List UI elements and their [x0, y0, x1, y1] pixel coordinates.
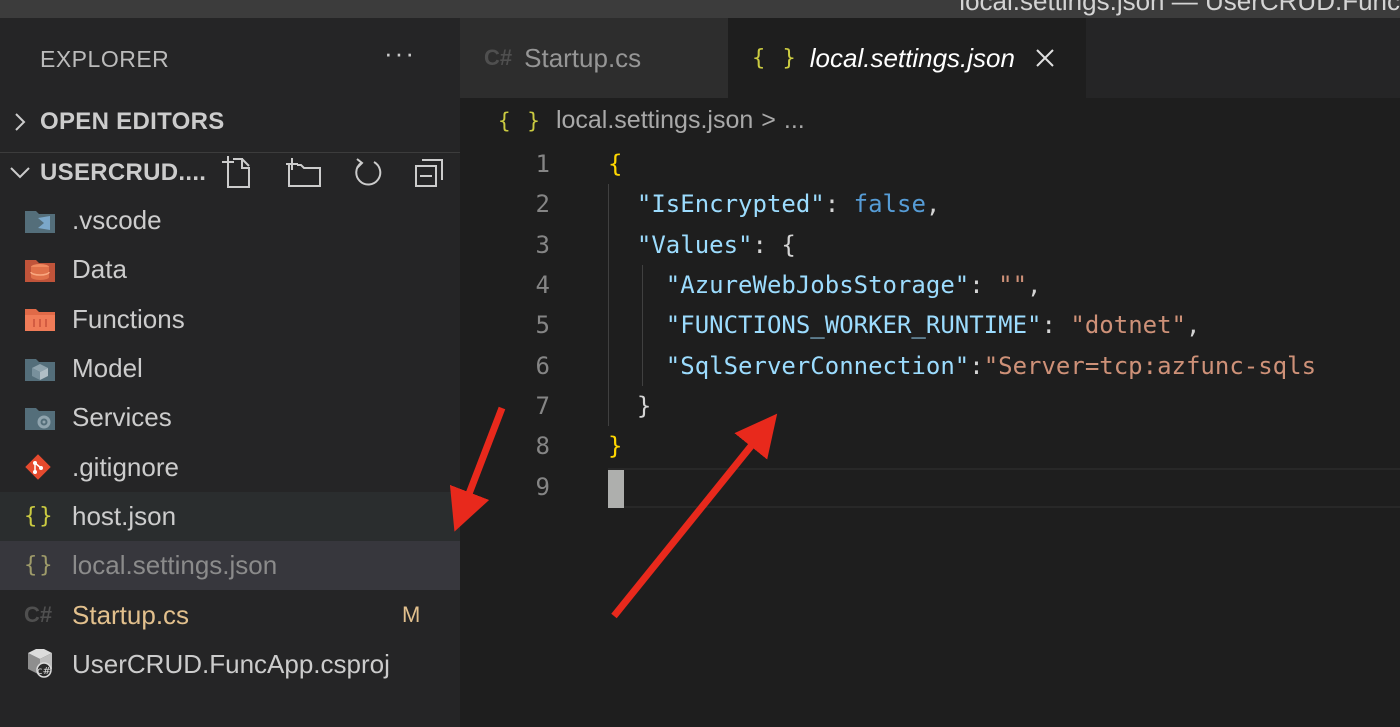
- csharp-icon: C#: [484, 45, 513, 70]
- code-line: 1 {: [460, 144, 1400, 184]
- code-line: 3 "Values": {: [460, 225, 1400, 265]
- vscode-folder-icon: [24, 206, 60, 236]
- git-icon: [24, 452, 60, 482]
- tree-item-local-settings-json[interactable]: {} local.settings.json: [0, 541, 460, 591]
- tab-local-settings-json[interactable]: { } local.settings.json: [728, 18, 1086, 98]
- new-file-icon[interactable]: [222, 156, 256, 190]
- code-line: 2 "IsEncrypted": false,: [460, 184, 1400, 224]
- close-icon[interactable]: [1033, 46, 1057, 70]
- line-number: 3: [535, 230, 550, 259]
- open-editors-section[interactable]: OPEN EDITORS: [0, 102, 460, 142]
- tab-label: Startup.cs: [524, 42, 642, 73]
- services-folder-icon: [24, 403, 60, 433]
- tab-bar: C# Startup.cs { } local.settings.json: [460, 18, 1400, 98]
- code-line: 4 "AzureWebJobsStorage": "",: [460, 265, 1400, 305]
- explorer-title: EXPLORER: [40, 46, 170, 72]
- tree-item-host-json[interactable]: {} host.json: [0, 491, 460, 542]
- model-folder-icon: [24, 354, 60, 384]
- json-icon: { }: [752, 45, 798, 71]
- explorer-sidebar: EXPLORER ··· OPEN EDITORS USERCRUD.... .…: [0, 18, 460, 727]
- code-line: 9: [460, 466, 1400, 506]
- breadcrumb-file[interactable]: local.settings.json: [556, 106, 753, 135]
- svg-text:c#: c#: [37, 666, 51, 677]
- workspace-label: USERCRUD....: [40, 158, 207, 186]
- line-number: 6: [535, 351, 550, 380]
- line-number: 4: [535, 271, 550, 300]
- line-number: 7: [535, 391, 550, 420]
- refresh-icon[interactable]: [352, 157, 384, 189]
- csharp-icon: C#: [24, 602, 53, 628]
- tree-item-model[interactable]: Model: [0, 344, 460, 393]
- open-editors-label: OPEN EDITORS: [40, 108, 225, 135]
- json-icon: { }: [498, 108, 542, 133]
- code-line: 8 }: [460, 426, 1400, 466]
- code-line: 7 }: [460, 386, 1400, 426]
- tree-item-vscode[interactable]: .vscode: [0, 196, 460, 245]
- window-title: local.settings.json — UserCRUD.Func: [959, 0, 1400, 16]
- tree-item-gitignore[interactable]: .gitignore: [0, 442, 460, 491]
- chevron-down-icon: [0, 165, 40, 181]
- tree-item-csproj[interactable]: c# UserCRUD.FuncApp.csproj: [0, 640, 460, 689]
- file-tree: .vscode Data Functions Model Services .g…: [0, 196, 460, 689]
- functions-folder-icon: [24, 304, 60, 334]
- line-number: 1: [535, 150, 550, 179]
- editor-area: C# Startup.cs { } local.settings.json { …: [460, 18, 1400, 727]
- line-number: 8: [535, 432, 550, 461]
- code-editor[interactable]: 1 { 2 "IsEncrypted": false, 3 "Values": …: [460, 144, 1400, 508]
- breadcrumb-separator: >: [761, 106, 776, 134]
- tree-item-functions[interactable]: Functions: [0, 295, 460, 344]
- json-icon: {}: [24, 553, 55, 579]
- code-line: 6 "SqlServerConnection":"Server=tcp:azfu…: [460, 345, 1400, 385]
- code-line: 5 "FUNCTIONS_WORKER_RUNTIME": "dotnet",: [460, 305, 1400, 345]
- csproj-icon: c#: [24, 649, 60, 679]
- data-folder-icon: [24, 255, 60, 285]
- collapse-all-icon[interactable]: [414, 158, 444, 188]
- json-icon: {}: [24, 503, 55, 529]
- tree-item-startup-cs[interactable]: C# Startup.cs M: [0, 590, 460, 639]
- tab-startup-cs[interactable]: C# Startup.cs: [460, 18, 728, 98]
- new-folder-icon[interactable]: [286, 156, 322, 190]
- breadcrumb-symbol[interactable]: ...: [784, 106, 805, 135]
- chevron-right-icon: [0, 110, 40, 134]
- line-number: 5: [535, 311, 550, 340]
- tree-item-data[interactable]: Data: [0, 245, 460, 294]
- line-number: 9: [535, 472, 550, 501]
- tree-item-services[interactable]: Services: [0, 393, 460, 442]
- tab-label: local.settings.json: [809, 42, 1015, 73]
- breadcrumb: { } local.settings.json > ...: [498, 106, 805, 135]
- more-actions-button[interactable]: ···: [384, 38, 416, 69]
- title-bar: local.settings.json — UserCRUD.Func: [0, 0, 1400, 18]
- workspace-section[interactable]: USERCRUD....: [0, 152, 460, 192]
- modified-badge: M: [402, 602, 421, 628]
- line-number: 2: [535, 190, 550, 219]
